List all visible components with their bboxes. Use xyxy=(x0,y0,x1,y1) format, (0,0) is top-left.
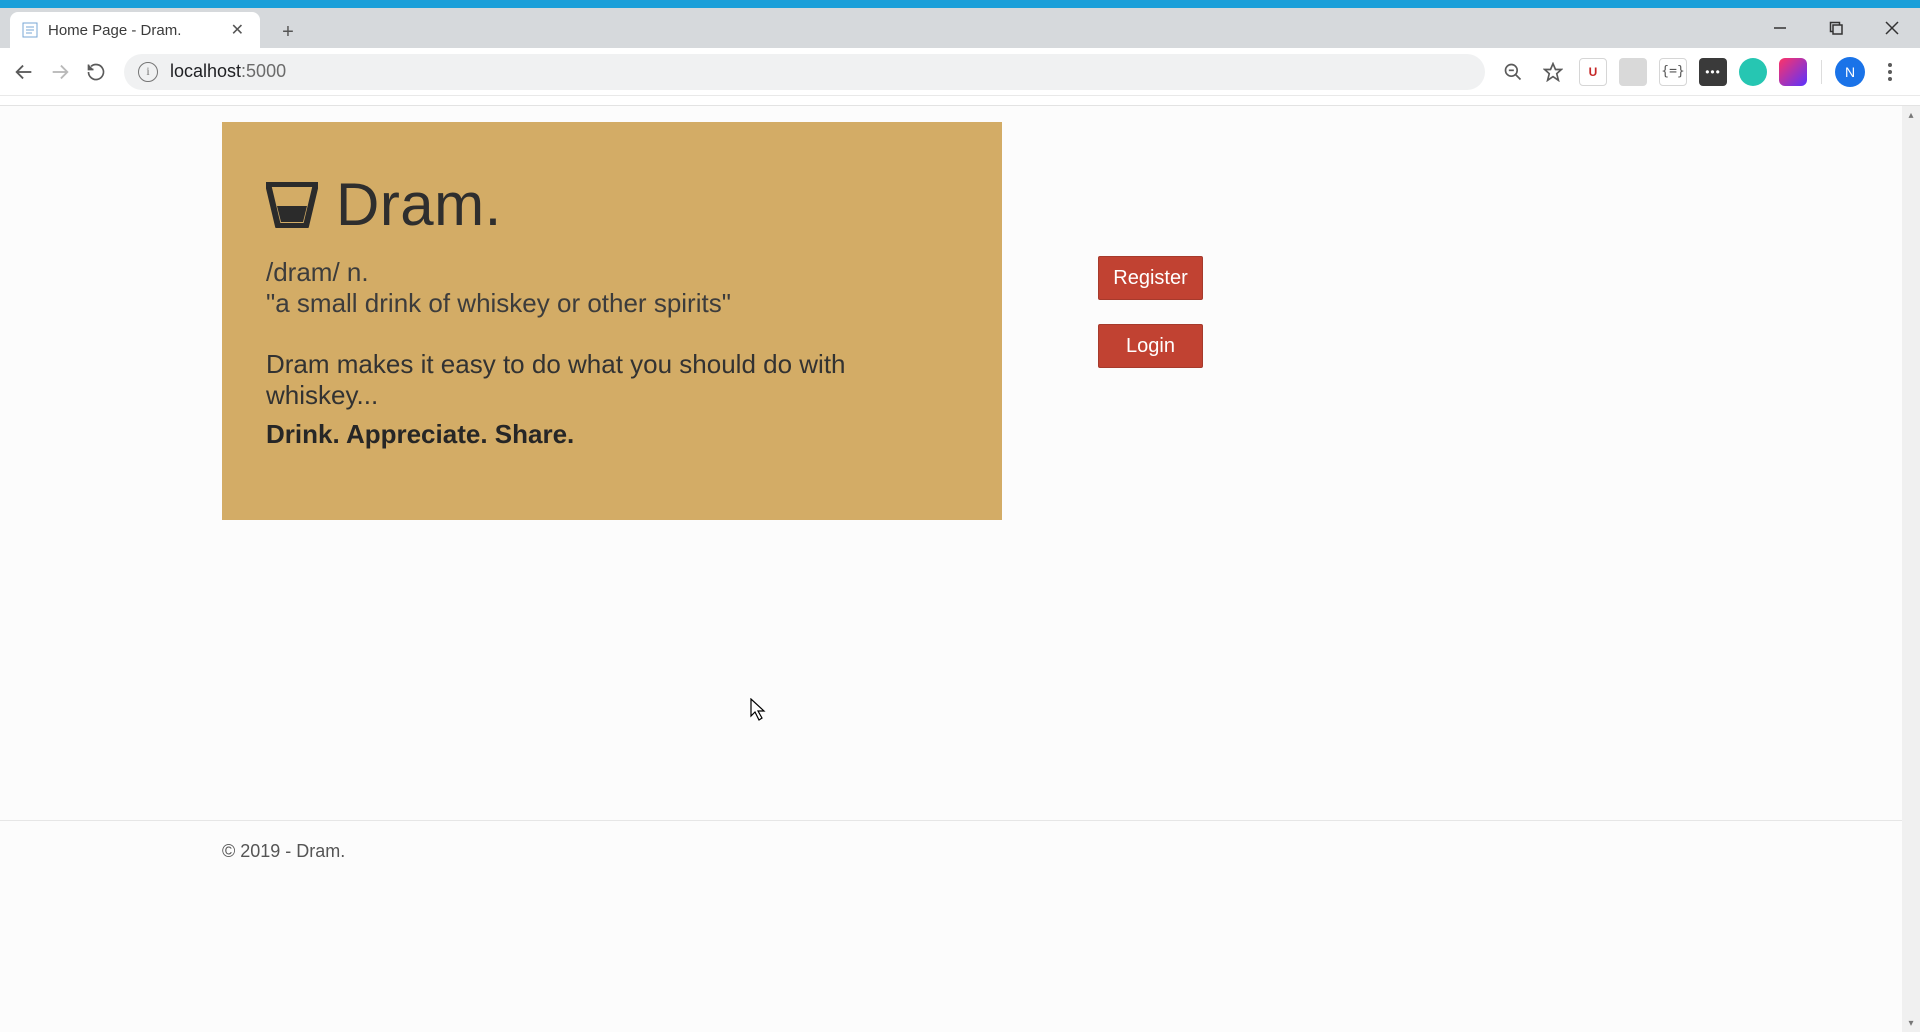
back-button[interactable] xyxy=(6,54,42,90)
forward-button[interactable] xyxy=(42,54,78,90)
url-port: :5000 xyxy=(241,61,286,82)
extension-teal-icon[interactable] xyxy=(1735,54,1771,90)
window-close-button[interactable] xyxy=(1864,8,1920,48)
whiskey-glass-icon xyxy=(266,182,318,228)
extension-shield-icon[interactable]: U xyxy=(1575,54,1611,90)
window-minimize-button[interactable] xyxy=(1752,8,1808,48)
brand-name: Dram. xyxy=(336,170,502,239)
new-tab-button[interactable]: + xyxy=(272,16,304,48)
browser-tab[interactable]: Home Page - Dram. ✕ xyxy=(10,12,260,48)
scroll-up-icon[interactable]: ▴ xyxy=(1902,106,1920,124)
window-accent-bar xyxy=(0,0,1920,8)
reload-button[interactable] xyxy=(78,54,114,90)
main-container: Dram. /dram/ n. "a small drink of whiske… xyxy=(222,122,1486,520)
bookmark-star-icon[interactable] xyxy=(1535,54,1571,90)
shield-badge: U xyxy=(1579,58,1607,86)
extension-gradient-icon[interactable] xyxy=(1775,54,1811,90)
register-button[interactable]: Register xyxy=(1098,256,1203,300)
avatar-initial: N xyxy=(1835,57,1865,87)
braces-badge: {=} xyxy=(1659,58,1687,86)
tab-favicon xyxy=(22,22,38,38)
teal-badge xyxy=(1739,58,1767,86)
address-bar[interactable]: i localhost:5000 xyxy=(124,54,1485,90)
vertical-scrollbar[interactable]: ▴ ▾ xyxy=(1902,106,1920,1032)
cta-column: Register Login xyxy=(1098,122,1203,520)
gradient-badge xyxy=(1779,58,1807,86)
extension-generic-icon[interactable] xyxy=(1615,54,1651,90)
brand-row: Dram. xyxy=(266,170,958,239)
extension-dark-icon[interactable]: ••• xyxy=(1695,54,1731,90)
scroll-down-icon[interactable]: ▾ xyxy=(1902,1014,1920,1032)
page-footer: © 2019 - Dram. xyxy=(0,820,1902,862)
window-maximize-button[interactable] xyxy=(1808,8,1864,48)
grey-badge xyxy=(1619,58,1647,86)
tab-strip: Home Page - Dram. ✕ + xyxy=(0,8,1920,48)
footer-text: © 2019 - Dram. xyxy=(222,821,1902,862)
site-info-icon[interactable]: i xyxy=(138,62,158,82)
dark-badge: ••• xyxy=(1699,58,1727,86)
pronunciation-text: /dram/ n. xyxy=(266,257,958,288)
toolbar-divider xyxy=(1821,60,1822,84)
url-hostname: localhost xyxy=(170,61,241,82)
hero-card: Dram. /dram/ n. "a small drink of whiske… xyxy=(222,122,1002,520)
browser-toolbar: i localhost:5000 U {=} ••• N xyxy=(0,48,1920,96)
bookmark-bar xyxy=(0,96,1920,106)
zoom-search-icon[interactable] xyxy=(1495,54,1531,90)
tab-close-icon[interactable]: ✕ xyxy=(227,18,248,42)
definition-text: "a small drink of whiskey or other spiri… xyxy=(266,288,958,319)
toolbar-actions: U {=} ••• N xyxy=(1495,54,1914,90)
profile-avatar[interactable]: N xyxy=(1832,54,1868,90)
lead-text: Dram makes it easy to do what you should… xyxy=(266,349,958,411)
page-content: Dram. /dram/ n. "a small drink of whiske… xyxy=(0,106,1920,1032)
extension-braces-icon[interactable]: {=} xyxy=(1655,54,1691,90)
tagline-text: Drink. Appreciate. Share. xyxy=(266,419,958,450)
window-controls xyxy=(1752,8,1920,48)
browser-menu-button[interactable] xyxy=(1872,54,1908,90)
tab-title: Home Page - Dram. xyxy=(48,22,227,39)
kebab-icon xyxy=(1888,63,1892,81)
login-button[interactable]: Login xyxy=(1098,324,1203,368)
cursor-icon xyxy=(750,698,768,727)
page-viewport: Dram. /dram/ n. "a small drink of whiske… xyxy=(0,106,1920,1032)
